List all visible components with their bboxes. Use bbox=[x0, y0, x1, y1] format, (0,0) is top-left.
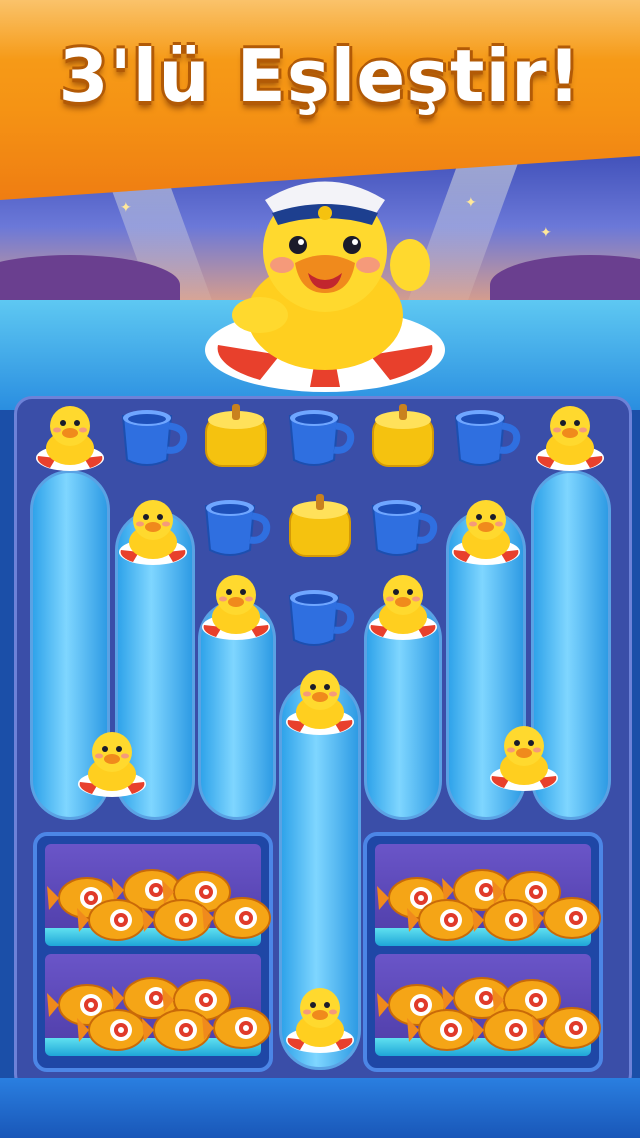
duck-tile[interactable] bbox=[280, 660, 360, 740]
cup-tile[interactable] bbox=[280, 398, 360, 478]
duck-tile[interactable] bbox=[363, 565, 443, 645]
fish-tile[interactable] bbox=[200, 878, 280, 958]
duck-tile[interactable] bbox=[113, 490, 193, 570]
duck-tile[interactable] bbox=[280, 978, 360, 1058]
duck-tile[interactable] bbox=[484, 716, 564, 796]
star-icon: ✦ bbox=[120, 200, 132, 216]
duck-tile[interactable] bbox=[72, 722, 152, 802]
star-icon: ✦ bbox=[465, 195, 477, 211]
star-icon: ✦ bbox=[540, 225, 552, 241]
cup-tile[interactable] bbox=[363, 488, 443, 568]
cup-tile[interactable] bbox=[446, 398, 526, 478]
banner-title: 3'lü Eşleştir! bbox=[58, 34, 582, 118]
duck-tile[interactable] bbox=[530, 396, 610, 476]
honey-tile[interactable] bbox=[196, 398, 276, 478]
fish-tile[interactable] bbox=[530, 878, 610, 958]
captain-duck-mascot bbox=[205, 181, 445, 392]
cup-tile[interactable] bbox=[113, 398, 193, 478]
honey-tile[interactable] bbox=[280, 488, 360, 568]
duck-tile[interactable] bbox=[446, 490, 526, 570]
duck-tile[interactable] bbox=[30, 396, 110, 476]
duck-tile[interactable] bbox=[196, 565, 276, 645]
cup-tile[interactable] bbox=[196, 488, 276, 568]
bottom-water bbox=[0, 1078, 640, 1138]
fish-tile[interactable] bbox=[200, 988, 280, 1068]
fish-tile[interactable] bbox=[530, 988, 610, 1068]
cup-tile[interactable] bbox=[280, 578, 360, 658]
game-screen: ✦ ✦ ✦ 3'lü Eşleştir! bbox=[0, 0, 640, 1138]
honey-tile[interactable] bbox=[363, 398, 443, 478]
